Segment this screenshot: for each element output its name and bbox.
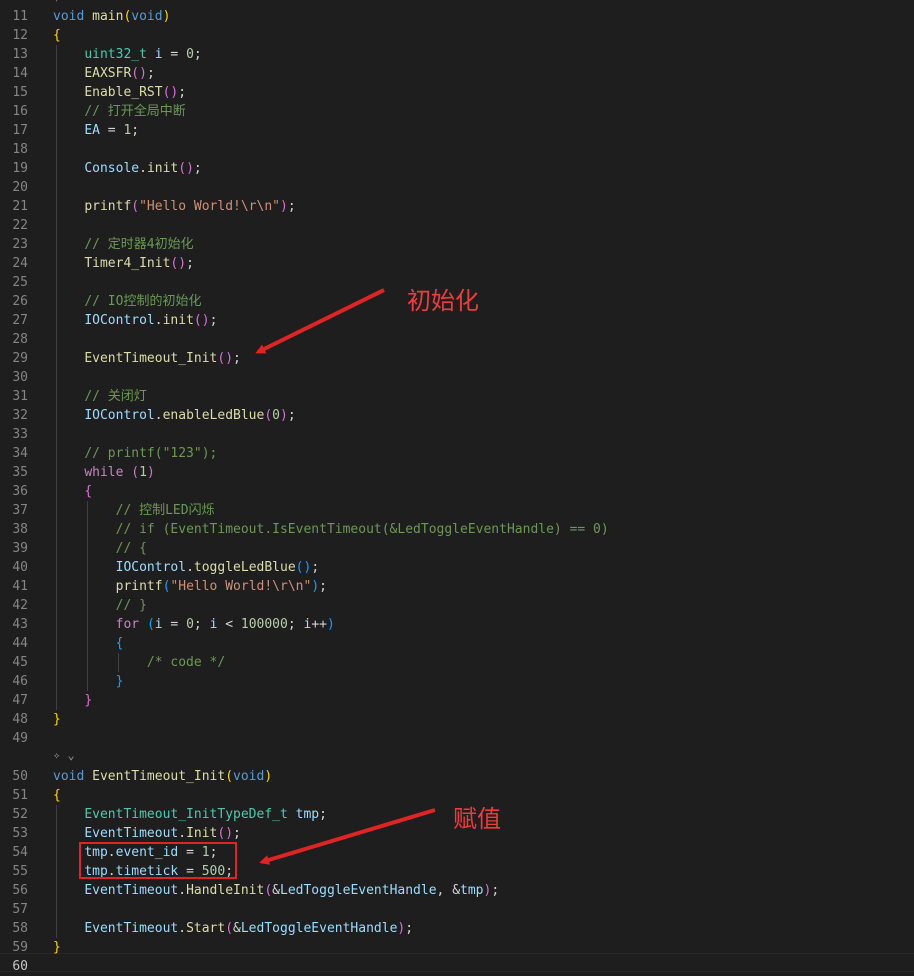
arrow-to-init-call bbox=[255, 288, 385, 354]
annotation-assign-label: 赋值 bbox=[453, 805, 501, 833]
annotation-init-label: 初始化 bbox=[407, 287, 479, 315]
arrow-to-assignment bbox=[259, 808, 436, 865]
